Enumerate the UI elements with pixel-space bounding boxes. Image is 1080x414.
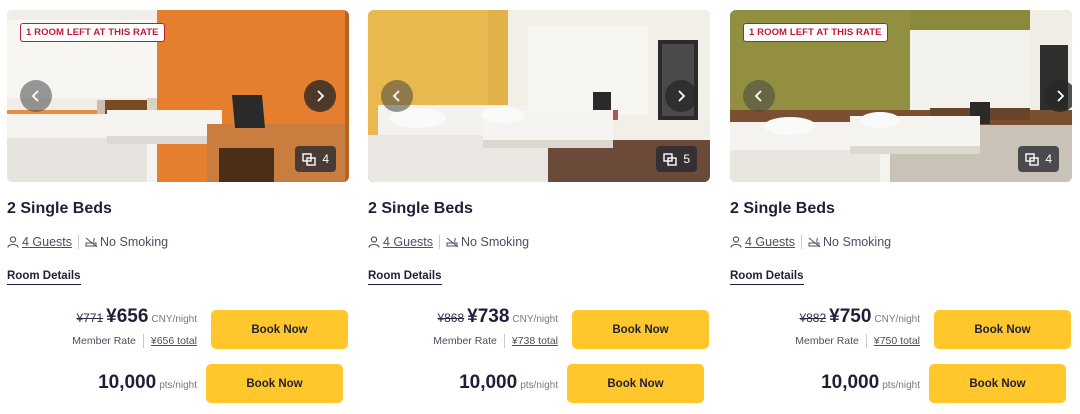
book-now-points-button[interactable]: Book Now <box>206 364 343 403</box>
smoking-policy: No Smoking <box>461 235 530 249</box>
book-now-points-button[interactable]: Book Now <box>929 364 1066 403</box>
points-unit: pts/night <box>159 380 197 391</box>
gallery-icon <box>663 152 678 166</box>
guests-link[interactable]: 4 Guests <box>22 235 72 249</box>
member-rate-label: Member Rate <box>72 335 136 347</box>
room-photo[interactable]: 1 ROOM LEFT AT THIS RATE 4 <box>730 10 1072 182</box>
points-value: 10,000 <box>821 372 880 393</box>
divider <box>503 334 505 348</box>
room-amenities: 4 Guests No Smoking <box>7 235 168 249</box>
room-amenities: 4 Guests No Smoking <box>368 235 529 249</box>
divider <box>142 334 144 348</box>
chevron-right-icon <box>1057 90 1065 102</box>
guests-link[interactable]: 4 Guests <box>383 235 433 249</box>
next-photo-button[interactable] <box>665 80 697 112</box>
divider <box>439 235 441 249</box>
total-price-link[interactable]: ¥738 total <box>512 335 558 347</box>
room-photo[interactable]: 1 ROOM LEFT AT THIS RATE 4 <box>7 10 349 182</box>
book-now-cash-button[interactable]: Book Now <box>934 310 1071 349</box>
guests-link[interactable]: 4 Guests <box>745 235 795 249</box>
cash-price: ¥882 ¥750 CNY/night Member Rate ¥750 tot… <box>720 306 920 348</box>
room-card: 1 ROOM LEFT AT THIS RATE 4 2 Single Beds… <box>730 10 1072 410</box>
chevron-left-icon <box>754 90 762 102</box>
room-details-link[interactable]: Room Details <box>7 270 81 285</box>
total-price-link[interactable]: ¥750 total <box>874 335 920 347</box>
room-card: 1 ROOM LEFT AT THIS RATE 4 2 Single Beds… <box>7 10 349 410</box>
room-card: 5 2 Single Beds 4 Guests No Smoking Room… <box>368 10 710 410</box>
photo-count-badge[interactable]: 5 <box>656 146 697 172</box>
cash-price: ¥771 ¥656 CNY/night Member Rate ¥656 tot… <box>0 306 197 348</box>
price-unit: CNY/night <box>151 314 197 325</box>
previous-photo-button[interactable] <box>743 80 775 112</box>
chevron-left-icon <box>392 90 400 102</box>
book-now-cash-button[interactable]: Book Now <box>211 310 348 349</box>
no-smoking-icon <box>808 237 821 247</box>
chevron-right-icon <box>678 90 686 102</box>
photo-count-badge[interactable]: 4 <box>295 146 336 172</box>
book-now-points-button[interactable]: Book Now <box>567 364 704 403</box>
price-unit: CNY/night <box>512 314 558 325</box>
member-price: ¥656 <box>106 306 149 327</box>
points-value: 10,000 <box>459 372 518 393</box>
no-smoking-icon <box>85 237 98 247</box>
room-details-link[interactable]: Room Details <box>368 270 442 285</box>
next-photo-button[interactable] <box>304 80 336 112</box>
room-results: 1 ROOM LEFT AT THIS RATE 4 2 Single Beds… <box>0 0 1080 414</box>
next-photo-button[interactable] <box>1044 80 1072 112</box>
member-rate-label: Member Rate <box>433 335 497 347</box>
original-price: ¥771 <box>76 311 104 325</box>
room-title: 2 Single Beds <box>368 200 473 217</box>
original-price: ¥882 <box>799 311 827 325</box>
photo-count: 4 <box>1045 152 1052 166</box>
photo-count-badge[interactable]: 4 <box>1018 146 1059 172</box>
chevron-right-icon <box>317 90 325 102</box>
person-icon <box>368 236 380 248</box>
person-icon <box>7 236 19 248</box>
chevron-left-icon <box>31 90 39 102</box>
points-price: 10,000 pts/night <box>821 372 920 394</box>
member-rate-label: Member Rate <box>795 335 859 347</box>
member-price: ¥750 <box>829 306 872 327</box>
total-price-link[interactable]: ¥656 total <box>151 335 197 347</box>
rate-badge: 1 ROOM LEFT AT THIS RATE <box>743 23 888 42</box>
gallery-icon <box>1025 152 1040 166</box>
room-title: 2 Single Beds <box>730 200 835 217</box>
person-icon <box>730 236 742 248</box>
room-details-link[interactable]: Room Details <box>730 270 804 285</box>
gallery-icon <box>302 152 317 166</box>
divider <box>865 334 867 348</box>
previous-photo-button[interactable] <box>20 80 52 112</box>
points-unit: pts/night <box>520 380 558 391</box>
book-now-cash-button[interactable]: Book Now <box>572 310 709 349</box>
points-price: 10,000 pts/night <box>459 372 558 394</box>
smoking-policy: No Smoking <box>100 235 169 249</box>
room-amenities: 4 Guests No Smoking <box>730 235 891 249</box>
points-unit: pts/night <box>882 380 920 391</box>
no-smoking-icon <box>446 237 459 247</box>
points-price: 10,000 pts/night <box>98 372 197 394</box>
member-price: ¥738 <box>467 306 510 327</box>
room-title: 2 Single Beds <box>7 200 112 217</box>
rate-badge: 1 ROOM LEFT AT THIS RATE <box>20 23 165 42</box>
original-price: ¥868 <box>437 311 465 325</box>
divider <box>78 235 80 249</box>
previous-photo-button[interactable] <box>381 80 413 112</box>
points-value: 10,000 <box>98 372 157 393</box>
divider <box>801 235 803 249</box>
price-unit: CNY/night <box>874 314 920 325</box>
photo-count: 4 <box>322 152 329 166</box>
cash-price: ¥868 ¥738 CNY/night Member Rate ¥738 tot… <box>358 306 558 348</box>
photo-count: 5 <box>683 152 690 166</box>
room-photo[interactable]: 5 <box>368 10 710 182</box>
smoking-policy: No Smoking <box>823 235 892 249</box>
